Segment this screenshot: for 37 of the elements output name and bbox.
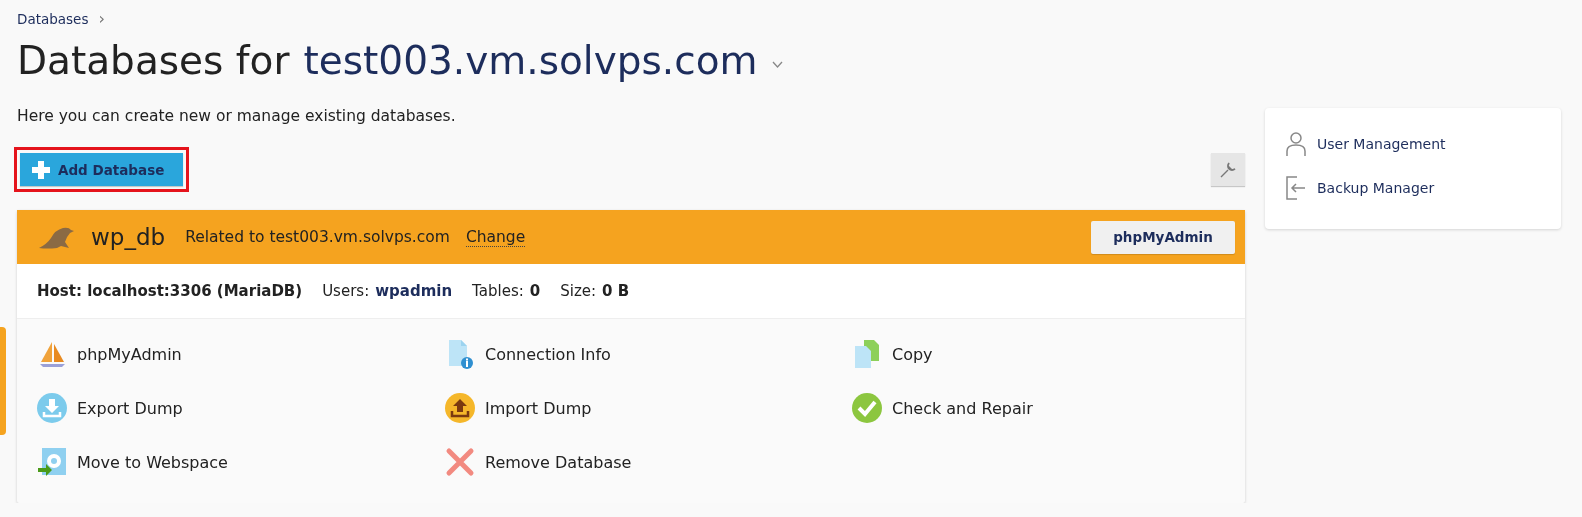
phpmyadmin-button[interactable]: phpMyAdmin [1091,220,1235,254]
users-link[interactable]: wpadmin [375,282,453,300]
user-icon [1285,131,1307,157]
tables-count: 0 [529,282,541,300]
documents-icon [852,339,882,369]
action-link[interactable]: Remove Database [485,452,632,472]
change-link[interactable]: Change [465,227,526,247]
action-link[interactable]: Import Dump [485,398,592,418]
action-link[interactable]: Export Dump [77,398,183,418]
action-link[interactable]: Copy [892,344,933,364]
size-value: 0 B [602,282,630,300]
users-label: Users: [322,282,370,300]
add-database-button[interactable]: Add Database [20,153,183,186]
action-link[interactable]: Check and Repair [892,398,1033,418]
page-description: Here you can create new or manage existing databases. [17,107,457,125]
size-label: Size: [560,282,597,300]
chevron-down-icon[interactable] [771,60,783,69]
exit-arrow-icon [1285,175,1307,201]
upload-icon [445,393,475,423]
cross-icon [445,447,475,477]
related-domain: Related to test003.vm.solvps.com [185,228,450,246]
sidebar-link[interactable]: Backup Manager [1317,180,1435,196]
action-link[interactable]: phpMyAdmin [77,344,182,364]
settings-button[interactable] [1211,153,1245,186]
check-circle-icon [852,393,882,423]
host-info: Host: localhost:3306 (MariaDB) [37,282,303,300]
plus-icon [32,160,50,179]
page-title: Databases for [17,38,290,83]
domain-selector[interactable]: test003.vm.solvps.com [303,38,758,83]
tables-label: Tables: [472,282,524,300]
download-icon [37,393,67,423]
action-link[interactable]: Move to Webspace [77,452,228,472]
breadcrumb-separator: › [98,9,105,28]
action-link[interactable]: Connection Info [485,344,611,364]
database-name: wp_db [91,224,166,250]
breadcrumb-link[interactable]: Databases [17,10,89,27]
sidebar-link[interactable]: User Management [1317,136,1446,152]
